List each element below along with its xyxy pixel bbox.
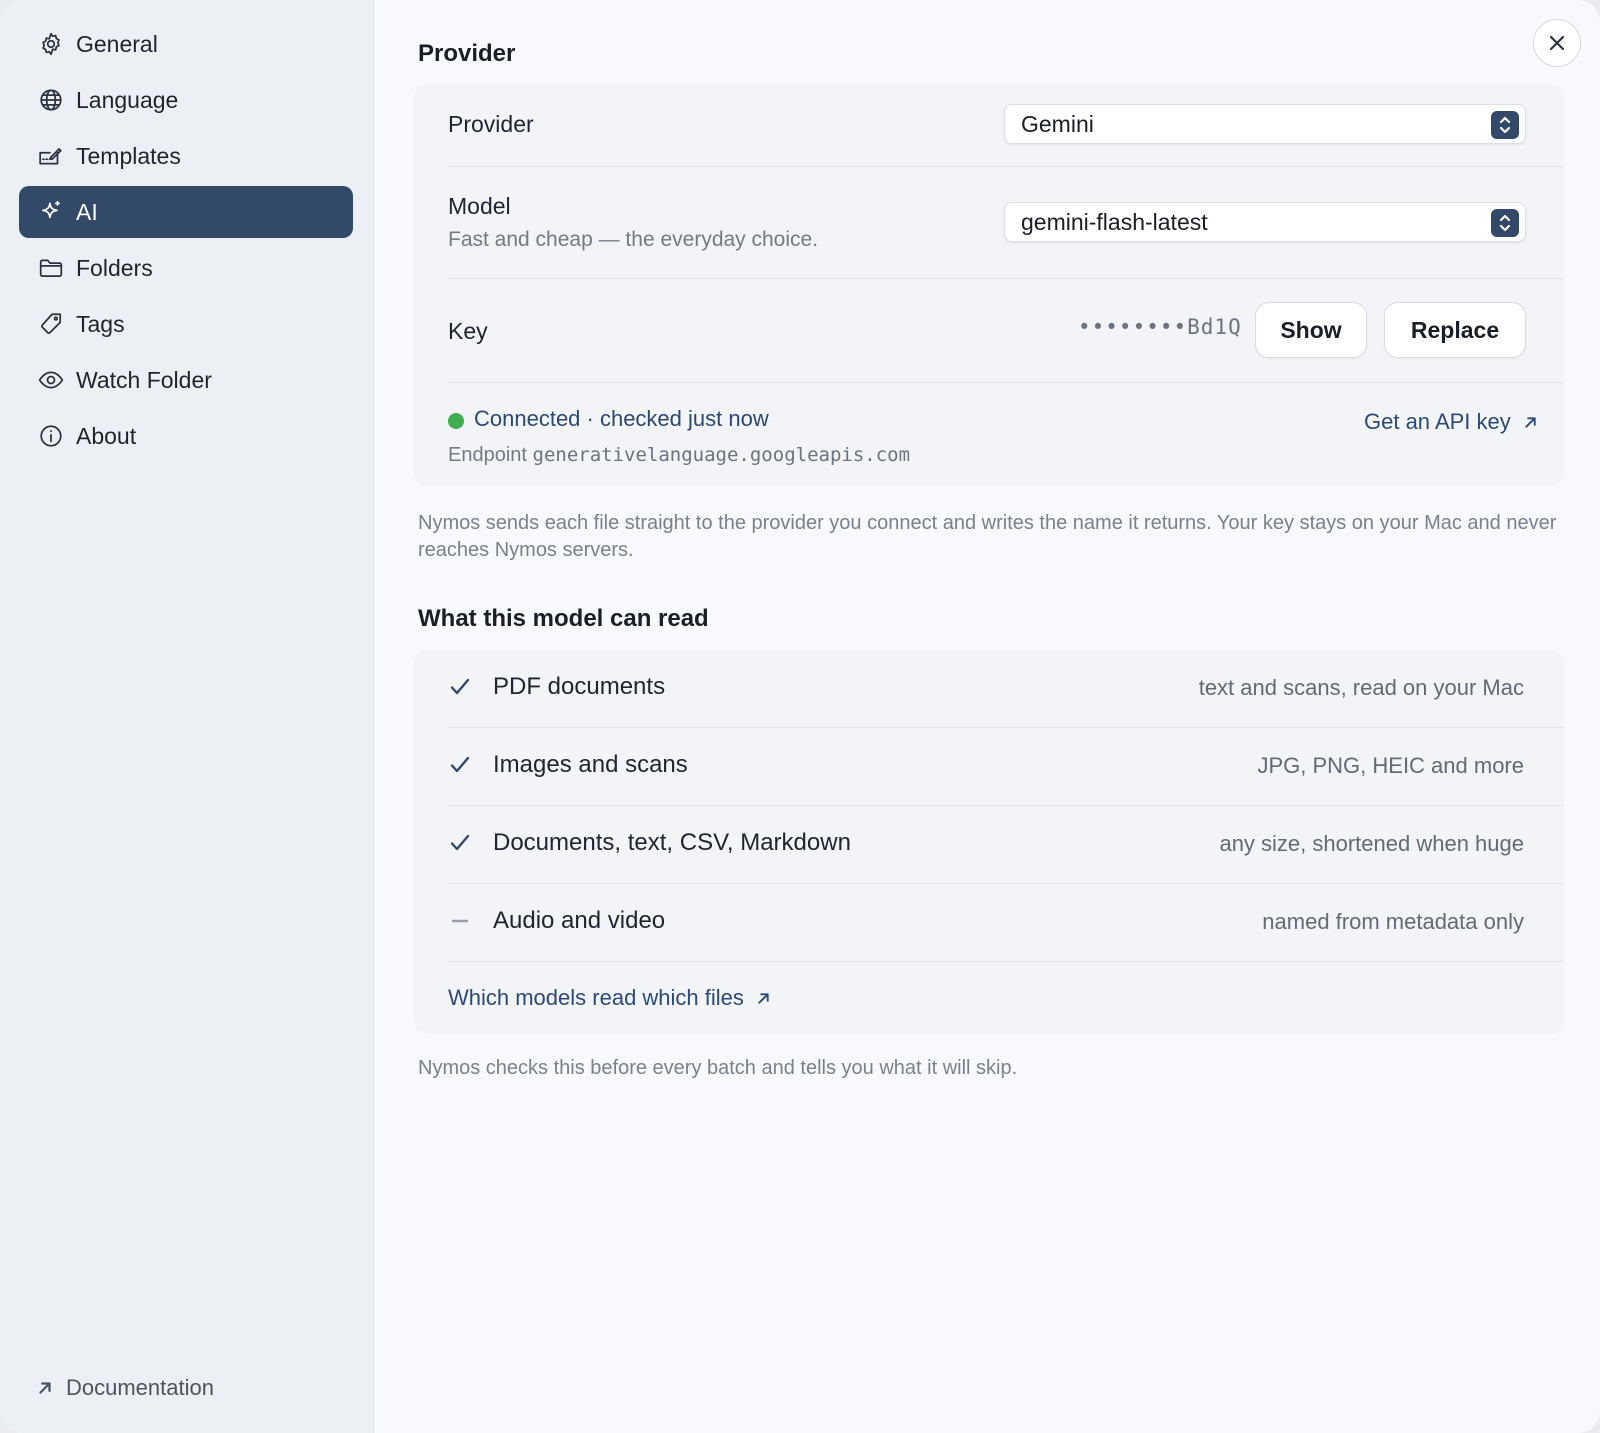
endpoint-label: Endpoint bbox=[448, 444, 527, 466]
divider bbox=[448, 382, 1564, 383]
connection-status: Connected · checked just now bbox=[474, 406, 769, 431]
divider bbox=[448, 166, 1564, 167]
models-files-link-label: Which models read which files bbox=[448, 985, 744, 1010]
close-icon bbox=[1549, 35, 1565, 51]
divider bbox=[448, 805, 1564, 806]
chevron-up-down-icon bbox=[1491, 209, 1519, 237]
endpoint-value: generativelanguage.googleapis.com bbox=[532, 444, 911, 466]
gear-icon bbox=[38, 31, 64, 57]
checkmark-icon bbox=[449, 676, 475, 702]
capability-label: Documents, text, CSV, Markdown bbox=[493, 829, 851, 856]
close-button[interactable] bbox=[1533, 19, 1581, 67]
model-select-value: gemini-flash-latest bbox=[1021, 208, 1208, 235]
sidebar-item-label: Folders bbox=[76, 254, 153, 281]
capability-label: Audio and video bbox=[493, 907, 666, 934]
provider-section-title: Provider bbox=[418, 40, 516, 67]
sidebar-item-folders[interactable]: Folders bbox=[19, 242, 353, 294]
arrow-up-right-icon bbox=[1525, 416, 1536, 428]
arrow-up-right-icon bbox=[39, 1382, 51, 1394]
sidebar-item-label: Language bbox=[76, 86, 179, 113]
capabilities-section-title: What this model can read bbox=[418, 605, 709, 632]
divider bbox=[448, 278, 1564, 279]
sidebar-item-ai[interactable]: AI bbox=[19, 186, 353, 238]
sidebar: General Language Templates AI Folders Ta… bbox=[0, 0, 374, 1433]
info-icon bbox=[38, 423, 64, 449]
get-api-key-link[interactable]: Get an API key bbox=[1364, 409, 1538, 435]
divider bbox=[448, 883, 1564, 884]
eye-icon bbox=[38, 367, 64, 393]
status-indicator bbox=[448, 413, 464, 429]
chevron-up-down-icon bbox=[1491, 111, 1519, 139]
model-select[interactable]: gemini-flash-latest bbox=[1004, 202, 1526, 242]
sidebar-item-language[interactable]: Language bbox=[19, 74, 353, 126]
capability-detail: JPG, PNG, HEIC and more bbox=[1257, 753, 1524, 778]
replace-key-button[interactable]: Replace bbox=[1384, 302, 1526, 358]
models-files-link[interactable]: Which models read which files bbox=[448, 985, 771, 1011]
sidebar-item-label: Tags bbox=[76, 310, 125, 337]
get-api-key-label: Get an API key bbox=[1364, 409, 1511, 434]
sidebar-item-about[interactable]: About bbox=[19, 410, 353, 462]
templates-icon bbox=[38, 143, 64, 169]
provider-select-value: Gemini bbox=[1021, 110, 1094, 137]
dash-icon bbox=[449, 910, 475, 936]
capability-label: PDF documents bbox=[493, 673, 666, 700]
api-key-masked: ••••••••Bd1Q bbox=[1078, 315, 1242, 339]
provider-select[interactable]: Gemini bbox=[1004, 104, 1526, 144]
sidebar-item-general[interactable]: General bbox=[19, 18, 353, 70]
provider-label: Provider bbox=[448, 111, 534, 137]
sidebar-item-tags[interactable]: Tags bbox=[19, 298, 353, 350]
endpoint-info: Endpoint generativelanguage.googleapis.c… bbox=[448, 444, 910, 467]
provider-note: Nymos sends each file straight to the pr… bbox=[418, 512, 1557, 561]
sidebar-item-templates[interactable]: Templates bbox=[19, 130, 353, 182]
sidebar-item-label: AI bbox=[76, 198, 98, 225]
capability-detail: any size, shortened when huge bbox=[1219, 831, 1524, 856]
checkmark-icon bbox=[449, 832, 475, 858]
sidebar-item-label: About bbox=[76, 422, 137, 449]
arrow-up-right-icon bbox=[758, 992, 769, 1004]
sidebar-item-watch-folder[interactable]: Watch Folder bbox=[19, 354, 353, 406]
model-label: Model bbox=[448, 193, 511, 219]
tag-icon bbox=[38, 311, 64, 337]
globe-icon bbox=[38, 87, 64, 113]
documentation-label: Documentation bbox=[66, 1375, 214, 1400]
sidebar-item-label: Watch Folder bbox=[76, 366, 212, 393]
sidebar-item-label: General bbox=[76, 30, 158, 57]
capability-label: Images and scans bbox=[493, 751, 688, 778]
folder-icon bbox=[38, 255, 64, 281]
key-label: Key bbox=[448, 318, 488, 344]
capabilities-note: Nymos checks this before every batch and… bbox=[418, 1057, 1018, 1079]
sidebar-item-label: Templates bbox=[76, 142, 181, 169]
sparkle-icon bbox=[38, 199, 64, 225]
settings-window: General Language Templates AI Folders Ta… bbox=[0, 0, 1600, 1433]
show-key-button[interactable]: Show bbox=[1255, 302, 1367, 358]
checkmark-icon bbox=[449, 754, 475, 780]
capability-detail: text and scans, read on your Mac bbox=[1198, 675, 1524, 700]
capability-detail: named from metadata only bbox=[1262, 909, 1524, 934]
model-description: Fast and cheap — the everyday choice. bbox=[448, 228, 819, 251]
divider bbox=[448, 961, 1564, 962]
divider bbox=[448, 727, 1564, 728]
documentation-link[interactable]: Documentation bbox=[36, 1373, 214, 1403]
